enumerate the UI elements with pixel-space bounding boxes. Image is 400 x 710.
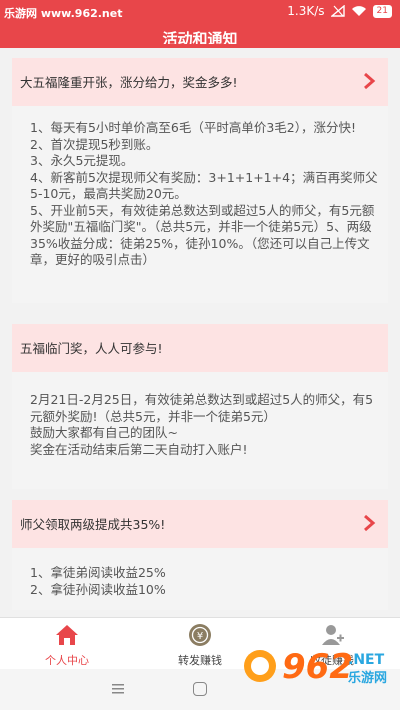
svg-text:962: 962 (282, 647, 353, 687)
status-icons: 1.3K/s 21 (287, 4, 392, 18)
card-header[interactable]: 大五福隆重开张，涨分给力，奖金多多! (12, 58, 388, 106)
watermark-text: 乐游网 www.962.net (4, 7, 123, 20)
card-title: 大五福隆重开张，涨分给力，奖金多多! (20, 75, 238, 90)
card-header[interactable]: 五福临门奖，人人可参与! (12, 324, 388, 372)
chevron-right-icon[interactable] (362, 513, 376, 533)
card-body: 1、每天有5小时单价高至6毛（平时高单价3毛2），涨分快! 2、首次提现5秒到账… (30, 120, 378, 267)
wifi-icon (351, 6, 366, 16)
card-title: 五福临门奖，人人可参与! (20, 341, 163, 356)
no-sim-icon (330, 5, 345, 17)
card-header[interactable]: 师父领取两级提成共35%! (12, 500, 388, 548)
notice-card-1: 大五福隆重开张，涨分给力，奖金多多! 1、每天有5小时单价高至6毛（平时高单价3… (12, 58, 388, 303)
notice-card-3: 师父领取两级提成共35%! 1、拿徒弟阅读收益25% 2、拿徒孙阅读收益10% (12, 500, 388, 610)
card-body: 1、拿徒弟阅读收益25% 2、拿徒孙阅读收益10% (30, 565, 166, 597)
svg-text:.NET: .NET (348, 652, 385, 668)
home-icon (56, 625, 78, 645)
svg-text:¥: ¥ (197, 631, 203, 642)
nav-item-share-earn[interactable]: ¥ 转发赚钱 (150, 622, 250, 668)
network-speed: 1.3K/s (287, 4, 325, 18)
menu-icon[interactable] (112, 684, 124, 694)
notice-card-2: 五福临门奖，人人可参与! 2月21日-2月25日，有效徒弟总数达到或超过5人的师… (12, 324, 388, 489)
nav-item-personal-center[interactable]: 个人中心 (17, 622, 117, 668)
nav-label: 个人中心 (45, 654, 89, 667)
battery-indicator: 21 (372, 4, 392, 18)
card-title: 师父领取两级提成共35%! (20, 517, 166, 532)
watermark-logo: 962 .NET 乐游网 (244, 647, 387, 687)
home-button-icon[interactable] (193, 682, 207, 696)
status-bar: 乐游网 www.962.net 1.3K/s 21 (0, 0, 400, 26)
chevron-right-icon[interactable] (362, 71, 376, 91)
card-body: 2月21日-2月25日，有效徒弟总数达到或超过5人的师父，有5元额外奖励!（总共… (30, 392, 374, 457)
money-icon: ¥ (189, 624, 211, 646)
nav-label: 转发赚钱 (178, 654, 222, 667)
svg-text:乐游网: 乐游网 (348, 670, 387, 686)
title-underline (152, 44, 248, 47)
